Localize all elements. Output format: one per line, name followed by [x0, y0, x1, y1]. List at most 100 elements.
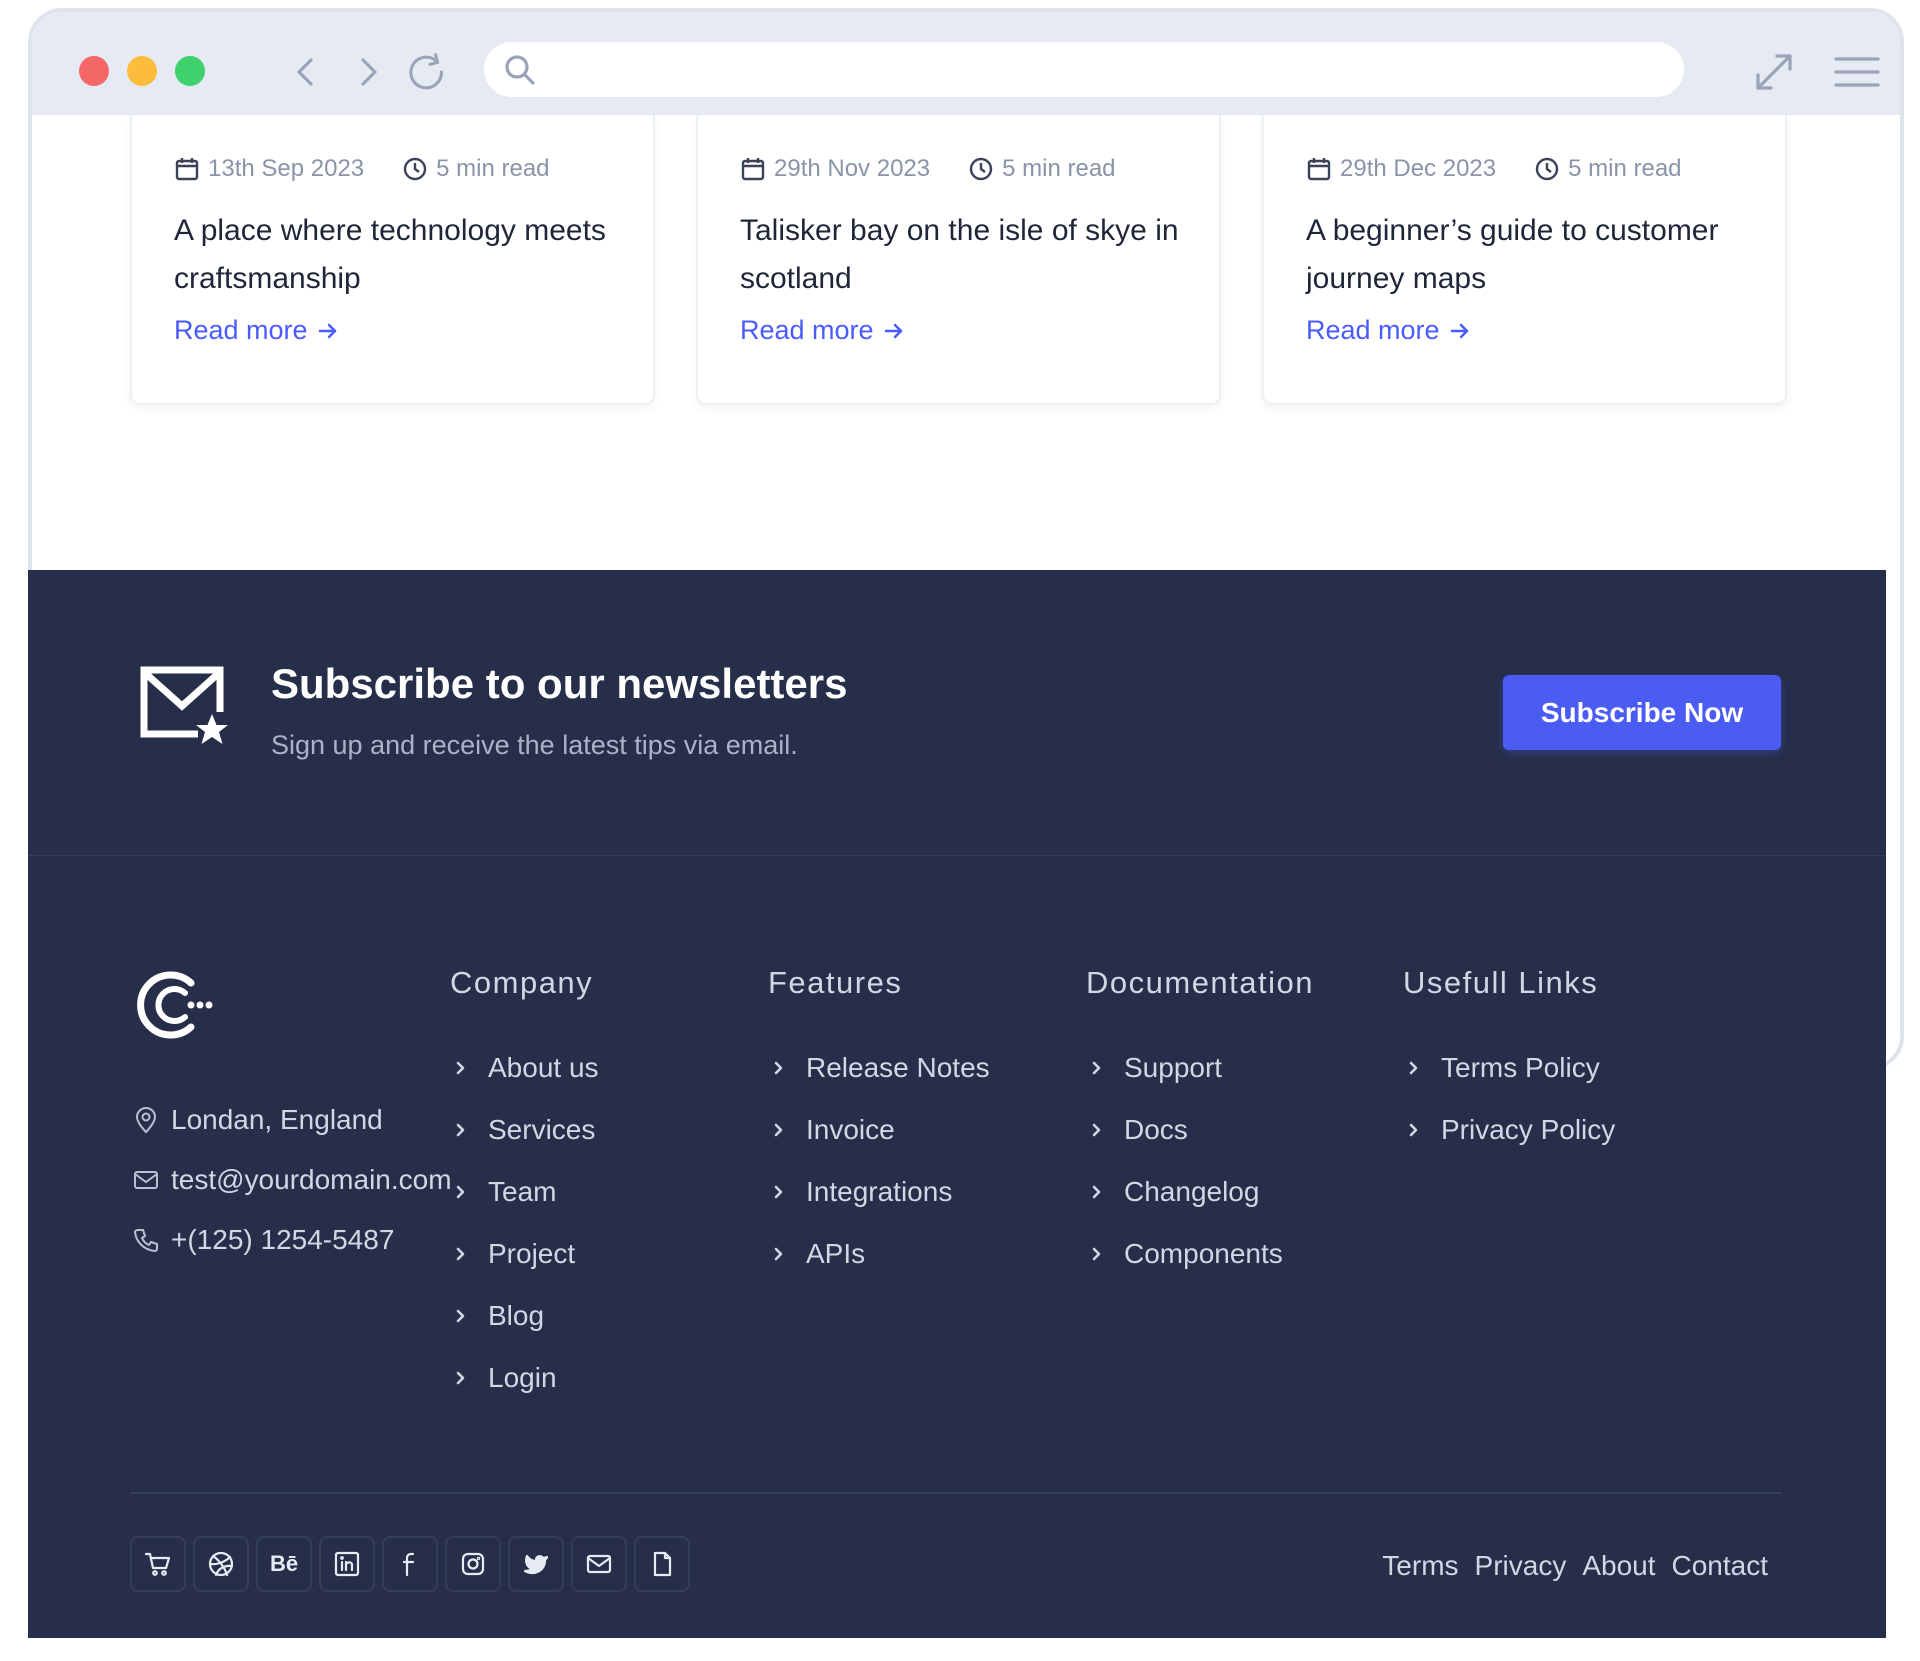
email-text[interactable]: test@yourdomain.com: [171, 1164, 452, 1196]
chevron-left-icon: [297, 58, 313, 86]
footer-link[interactable]: Login: [450, 1347, 599, 1409]
privacy-link[interactable]: Privacy: [1475, 1550, 1567, 1582]
blog-card: 13th Sep 2023 5 min read A place where t…: [130, 115, 655, 405]
footer-link[interactable]: Terms Policy: [1403, 1037, 1615, 1099]
footer-link-label[interactable]: APIs: [806, 1238, 865, 1270]
footer-link[interactable]: Support: [1086, 1037, 1314, 1099]
footer-link[interactable]: Services: [450, 1099, 599, 1161]
footer-link-label[interactable]: Terms Policy: [1441, 1052, 1600, 1084]
footer-link[interactable]: Components: [1086, 1223, 1314, 1285]
reload-button[interactable]: [407, 50, 451, 94]
footer-link-label[interactable]: Docs: [1124, 1114, 1188, 1146]
footer-column-company: Company About us Services Team Project B…: [450, 965, 599, 1409]
card-meta: 29th Nov 2023 5 min read: [740, 155, 1116, 183]
footer-link[interactable]: Team: [450, 1161, 599, 1223]
chevron-right-icon: [774, 1123, 783, 1137]
footer-link[interactable]: Project: [450, 1223, 599, 1285]
footer-link-label[interactable]: Privacy Policy: [1441, 1114, 1615, 1146]
read-more-link[interactable]: Read more: [740, 315, 904, 346]
about-link[interactable]: About: [1582, 1550, 1655, 1582]
read-more-link[interactable]: Read more: [174, 315, 338, 346]
browser-toolbar: [32, 12, 1900, 115]
footer-link-label[interactable]: Release Notes: [806, 1052, 990, 1084]
footer-link-label[interactable]: Team: [488, 1176, 556, 1208]
footer-link-label[interactable]: Project: [488, 1238, 575, 1270]
footer-link[interactable]: Privacy Policy: [1403, 1099, 1615, 1161]
facebook-icon: [402, 1552, 415, 1577]
footer-link[interactable]: Changelog: [1086, 1161, 1314, 1223]
footer-link-label[interactable]: Login: [488, 1362, 557, 1394]
phone-text[interactable]: +(125) 1254-5487: [171, 1224, 394, 1256]
newsletter-subtitle: Sign up and receive the latest tips via …: [271, 730, 798, 760]
file-link[interactable]: [634, 1536, 690, 1592]
expand-icon: [1756, 54, 1792, 90]
chevron-right-icon: [361, 58, 377, 86]
arrow-right-icon: [884, 323, 902, 338]
footer-link-label[interactable]: About us: [488, 1052, 599, 1084]
chevron-right-icon: [456, 1247, 465, 1261]
url-input[interactable]: [550, 50, 1650, 88]
footer-link-label[interactable]: Components: [1124, 1238, 1283, 1270]
chevron-right-icon: [456, 1185, 465, 1199]
arrow-right-icon: [1450, 323, 1468, 338]
clock-icon: [1535, 157, 1559, 181]
chevron-right-icon: [456, 1123, 465, 1137]
card-title[interactable]: A beginner’s guide to customer journey m…: [1306, 207, 1746, 303]
terms-link[interactable]: Terms: [1382, 1550, 1458, 1582]
instagram-link[interactable]: [445, 1536, 501, 1592]
reload-icon: [409, 53, 443, 90]
chevron-right-icon: [1092, 1185, 1101, 1199]
brand-logo[interactable]: [133, 965, 213, 1045]
address-bar[interactable]: [484, 42, 1684, 97]
linkedin-icon: [334, 1551, 360, 1577]
footer-link[interactable]: Invoice: [768, 1099, 990, 1161]
maximize-window-button[interactable]: [175, 56, 205, 86]
footer-link-label[interactable]: Support: [1124, 1052, 1222, 1084]
card-read-time: 5 min read: [436, 155, 550, 182]
subscribe-button[interactable]: Subscribe Now: [1503, 675, 1781, 750]
read-more-link[interactable]: Read more: [1306, 315, 1470, 346]
location-text: Londan, England: [171, 1104, 383, 1135]
footer-link-label[interactable]: Services: [488, 1114, 595, 1146]
card-date: 13th Sep 2023: [208, 155, 365, 182]
card-read-time: 5 min read: [1568, 155, 1682, 182]
card-title[interactable]: Talisker bay on the isle of skye in scot…: [740, 207, 1180, 303]
footer-link[interactable]: Blog: [450, 1285, 599, 1347]
footer-link-label[interactable]: Invoice: [806, 1114, 895, 1146]
card-date: 29th Dec 2023: [1340, 155, 1497, 182]
close-window-button[interactable]: [79, 56, 109, 86]
facebook-link[interactable]: [382, 1536, 438, 1592]
calendar-icon: [741, 158, 765, 181]
footer-link-label[interactable]: Changelog: [1124, 1176, 1259, 1208]
menu-button[interactable]: [1832, 47, 1882, 97]
footer-link-label[interactable]: Integrations: [806, 1176, 952, 1208]
footer-link[interactable]: About us: [450, 1037, 599, 1099]
footer-link-label[interactable]: Blog: [488, 1300, 544, 1332]
read-more-label: Read more: [740, 315, 874, 345]
contact-phone[interactable]: +(125) 1254-5487: [133, 1210, 452, 1270]
chevron-right-icon: [456, 1061, 465, 1075]
forward-button[interactable]: [346, 50, 390, 94]
footer-link[interactable]: Release Notes: [768, 1037, 990, 1099]
card-read-time: 5 min read: [1002, 155, 1116, 182]
contact-link[interactable]: Contact: [1672, 1550, 1769, 1582]
email-link[interactable]: [571, 1536, 627, 1592]
mail-icon: [586, 1554, 612, 1574]
linkedin-link[interactable]: [319, 1536, 375, 1592]
footer-link[interactable]: APIs: [768, 1223, 990, 1285]
behance-link[interactable]: Bē: [256, 1536, 312, 1592]
twitter-link[interactable]: [508, 1536, 564, 1592]
envelope-icon: [134, 1171, 158, 1189]
newsletter-title: Subscribe to our newsletters: [271, 660, 848, 707]
back-button[interactable]: [284, 50, 328, 94]
dribbble-link[interactable]: [193, 1536, 249, 1592]
contact-email[interactable]: test@yourdomain.com: [133, 1150, 452, 1210]
cart-link[interactable]: [130, 1536, 186, 1592]
footer-link[interactable]: Docs: [1086, 1099, 1314, 1161]
footer-link[interactable]: Integrations: [768, 1161, 990, 1223]
expand-button[interactable]: [1749, 47, 1799, 97]
column-heading: Features: [768, 965, 903, 1000]
card-meta: 13th Sep 2023 5 min read: [174, 155, 550, 183]
minimize-window-button[interactable]: [127, 56, 157, 86]
card-title[interactable]: A place where technology meets craftsman…: [174, 207, 614, 303]
